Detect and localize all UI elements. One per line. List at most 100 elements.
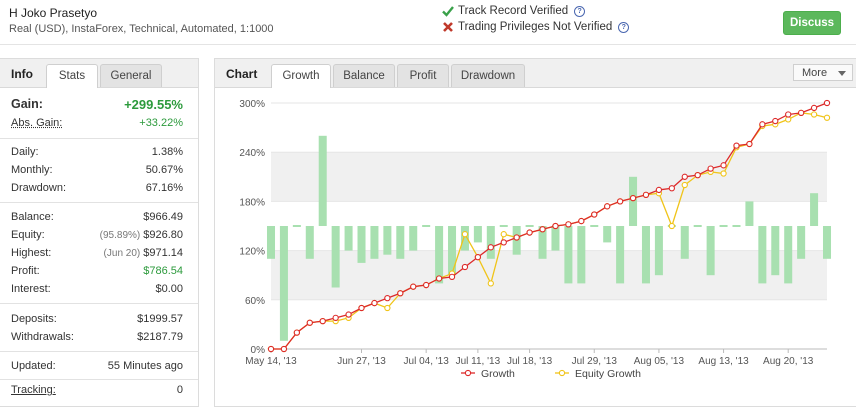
bar <box>771 226 780 276</box>
data-point <box>500 231 507 238</box>
help-icon[interactable]: ? <box>618 21 630 33</box>
bar <box>344 226 353 251</box>
bar <box>680 226 689 259</box>
data-point <box>306 319 313 326</box>
data-point <box>384 304 391 312</box>
data-point <box>772 117 779 125</box>
bar <box>641 226 650 284</box>
tab-balance[interactable]: Balance <box>333 64 395 87</box>
bar <box>331 226 340 288</box>
data-point <box>293 329 301 336</box>
info-title: Info <box>11 67 33 81</box>
bar <box>654 226 663 276</box>
drawdown-value: 67.16% <box>145 182 183 194</box>
stat-abs-gain: Abs. Gain: +33.22% <box>11 117 183 133</box>
stat-profit: Profit: $786.54 <box>11 265 183 281</box>
bar <box>409 226 418 251</box>
bar <box>279 226 288 341</box>
x-tick-label: May 14, '13 <box>245 356 297 367</box>
data-point <box>655 186 663 194</box>
bar <box>564 226 573 284</box>
bar <box>616 226 625 284</box>
tab-stats[interactable]: Stats <box>46 64 98 88</box>
x-tick-label: Aug 20, '13 <box>763 356 814 367</box>
more-dropdown[interactable]: More <box>793 64 853 81</box>
bar <box>383 226 392 255</box>
data-point <box>267 345 275 353</box>
data-point <box>539 226 546 233</box>
highest-note: (Jun 20) <box>103 248 141 259</box>
data-point <box>384 295 391 302</box>
data-point <box>810 111 818 118</box>
tab-growth[interactable]: Growth <box>271 64 331 88</box>
data-point <box>552 222 559 230</box>
stat-withdrawals: Withdrawals: $2187.79 <box>11 331 183 347</box>
data-point <box>448 273 456 280</box>
data-point <box>500 239 507 246</box>
grid-band <box>271 152 827 202</box>
growth-chart: 0% 60% 120% 180% 240% 300% May 14, '13 Jun 27, … <box>239 99 832 380</box>
abs-gain-value: +33.22% <box>139 117 183 129</box>
bar <box>693 225 702 227</box>
bar <box>551 226 560 251</box>
chart-title: Chart <box>226 67 258 81</box>
x-tick-label: Jul 18, '13 <box>507 356 553 367</box>
data-point <box>332 314 339 321</box>
y-tick-label: 60% <box>245 296 265 307</box>
data-point <box>720 162 727 169</box>
help-icon[interactable]: ? <box>574 5 586 17</box>
tab-profit[interactable]: Profit <box>397 64 449 87</box>
stat-drawdown: Drawdown: 67.16% <box>11 182 183 198</box>
data-point <box>823 114 831 121</box>
data-point <box>720 170 727 177</box>
grid-band <box>271 250 827 300</box>
data-point <box>435 275 443 282</box>
bar <box>357 226 366 263</box>
divider <box>0 351 198 352</box>
x-tick-label: Jul 11, '13 <box>456 356 501 367</box>
bar <box>822 226 832 259</box>
highest-label: Highest: <box>11 247 52 259</box>
chart-panel: Chart Growth Balance Profit Drawdown Mor… <box>214 58 856 407</box>
tab-drawdown[interactable]: Drawdown <box>451 64 525 87</box>
bar <box>745 201 754 226</box>
data-point <box>410 283 417 290</box>
info-panel: Info Stats General Gain: +299.55% Abs. G… <box>0 58 199 407</box>
bar <box>525 225 534 227</box>
account-details: Real (USD), InstaForex, Technical, Autom… <box>9 23 274 35</box>
divider <box>0 138 198 139</box>
tab-general[interactable]: General <box>100 64 162 87</box>
data-point <box>733 142 740 149</box>
legend-marker <box>558 369 566 377</box>
data-point <box>810 104 818 112</box>
legend-label: Equity Growth <box>575 368 641 380</box>
track-record-status: Track Record Verified ? <box>442 5 586 17</box>
data-point <box>526 229 533 236</box>
series-line-growth <box>271 102 828 350</box>
more-label: More <box>802 67 828 79</box>
x-tick-label: Aug 13, '13 <box>698 356 749 367</box>
stat-highest: Highest: (Jun 20) $971.14 <box>11 247 183 263</box>
withdrawals-value: $2187.79 <box>137 331 183 343</box>
data-point <box>487 280 494 287</box>
tracking-link[interactable]: Tracking: <box>11 384 56 396</box>
bar <box>448 226 457 276</box>
bar <box>370 226 379 259</box>
stat-gain: Gain: +299.55% <box>11 97 183 115</box>
abs-gain-label[interactable]: Abs. Gain: <box>11 117 62 129</box>
x-tick-label: Jun 27, '13 <box>337 356 386 367</box>
data-point <box>668 222 675 230</box>
data-point <box>668 185 675 192</box>
account-name: H Joko Prasetyo <box>9 6 98 20</box>
discuss-button[interactable]: Discuss <box>783 11 841 35</box>
bar <box>629 176 638 226</box>
data-point <box>358 304 365 312</box>
balance-value: $966.49 <box>143 211 183 223</box>
cross-icon <box>443 22 453 32</box>
data-point <box>319 317 326 325</box>
data-point <box>565 221 572 228</box>
data-point <box>785 111 792 118</box>
divider <box>0 379 198 380</box>
data-point <box>345 311 352 318</box>
stat-daily: Daily: 1.38% <box>11 146 183 162</box>
